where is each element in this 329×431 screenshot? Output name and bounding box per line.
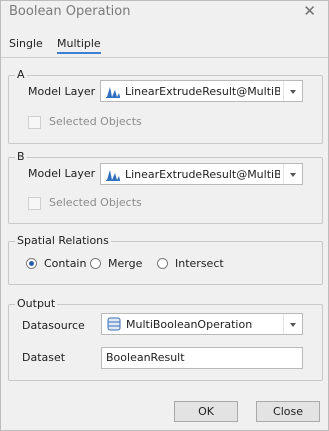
boolean-operation-dialog: Boolean Operation ✕ Single Multiple A Mo…: [0, 0, 329, 431]
datasource-combo[interactable]: MultiBooleanOperation: [101, 313, 303, 335]
close-button[interactable]: Close: [256, 401, 320, 422]
contain-radio[interactable]: [26, 258, 37, 269]
intersect-radio[interactable]: [157, 258, 168, 269]
model-layer-a-value: LinearExtrudeResult@MultiBoo: [125, 85, 280, 98]
selected-objects-a-label: Selected Objects: [49, 115, 142, 128]
dataset-label: Dataset: [22, 351, 66, 364]
intersect-label: Intersect: [175, 257, 224, 270]
model-layer-b-combo[interactable]: LinearExtrudeResult@MultiBoo: [100, 163, 303, 185]
tab-multiple[interactable]: Multiple: [57, 37, 101, 54]
merge-label: Merge: [108, 257, 143, 270]
dataset-input[interactable]: BooleanResult: [101, 347, 303, 369]
selected-objects-a-checkbox[interactable]: [28, 116, 41, 129]
chevron-down-icon[interactable]: [283, 314, 302, 334]
output-legend: Output: [15, 297, 58, 310]
contain-label: Contain: [44, 257, 87, 270]
chevron-down-icon[interactable]: [283, 164, 302, 184]
datasource-label: Datasource: [22, 319, 85, 332]
group-b-legend: B: [15, 150, 27, 163]
group-b: B Model Layer LinearExtrudeResult@MultiB…: [8, 150, 323, 224]
model-layer-a-combo[interactable]: LinearExtrudeResult@MultiBoo: [100, 80, 303, 102]
model-layer-label: Model Layer: [28, 85, 96, 98]
merge-radio[interactable]: [90, 258, 101, 269]
model-layer-icon: [106, 170, 120, 181]
group-a-legend: A: [15, 68, 27, 81]
ok-button[interactable]: OK: [174, 401, 238, 422]
tab-single[interactable]: Single: [9, 37, 43, 50]
datasource-value: MultiBooleanOperation: [126, 318, 253, 331]
output-group: Output Datasource MultiBooleanOperation …: [8, 297, 323, 381]
dialog-title: Boolean Operation: [9, 4, 131, 19]
close-icon[interactable]: ✕: [303, 2, 316, 20]
tab-bar: Single Multiple: [1, 34, 328, 58]
spatial-relations-group: Spatial Relations Contain Merge Intersec…: [8, 234, 323, 285]
selected-objects-b-checkbox[interactable]: [28, 197, 41, 210]
model-layer-label: Model Layer: [28, 167, 96, 180]
database-icon: [107, 317, 121, 331]
selected-objects-b-label: Selected Objects: [49, 196, 142, 209]
spatial-relations-legend: Spatial Relations: [15, 234, 111, 247]
group-a: A Model Layer LinearExtrudeResult@MultiB…: [8, 68, 323, 144]
model-layer-b-value: LinearExtrudeResult@MultiBoo: [125, 168, 280, 181]
chevron-down-icon[interactable]: [283, 81, 302, 101]
model-layer-icon: [106, 87, 120, 98]
